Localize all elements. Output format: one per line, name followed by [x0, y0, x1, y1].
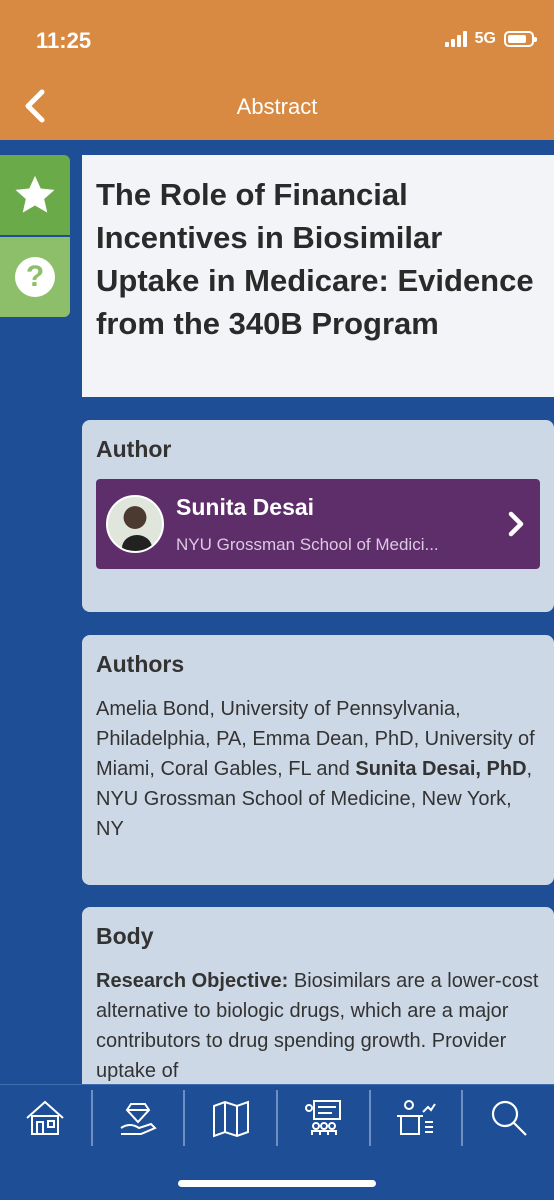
header-bar: 11:25 5G Abstract [0, 0, 554, 140]
tab-schedule[interactable] [278, 1090, 371, 1146]
status-indicators: 5G [444, 30, 537, 48]
battery-icon [504, 31, 537, 47]
authors-list: Amelia Bond, University of Pennsylvania,… [96, 694, 540, 844]
tab-search[interactable] [463, 1090, 554, 1146]
author-heading: Author [96, 436, 172, 462]
signal-icon [444, 31, 467, 47]
sponsor-icon [120, 1103, 157, 1135]
question-icon: ? [15, 257, 55, 297]
author-affiliation: NYU Grossman School of Medici... [176, 534, 439, 554]
tab-sessions[interactable] [371, 1090, 464, 1146]
article-title: The Role of Financial Incentives in Bios… [96, 177, 534, 341]
star-icon [15, 175, 55, 213]
network-label: 5G [474, 30, 496, 47]
avatar [106, 495, 164, 553]
body-card: Body Research Objective: Biosimilars are… [82, 907, 554, 1107]
title-card: The Role of Financial Incentives in Bios… [82, 155, 554, 397]
tab-sponsors[interactable] [93, 1090, 186, 1146]
objective-label: Research Objective: [96, 970, 289, 992]
author-info: Sunita Desai NYU Grossman School of Medi… [176, 494, 502, 555]
tab-home[interactable] [0, 1090, 93, 1146]
author-card: Author Sunita Desai NYU Grossman School … [82, 420, 554, 612]
chevron-right-icon [508, 511, 524, 537]
authors-text-bold: Sunita Desai, PhD [355, 758, 527, 780]
search-icon [491, 1100, 527, 1136]
body-heading: Body [96, 923, 154, 949]
authors-heading: Authors [96, 651, 185, 677]
help-button[interactable]: ? [0, 237, 70, 317]
home-indicator[interactable] [178, 1180, 376, 1187]
tab-map[interactable] [185, 1090, 279, 1146]
favorite-button[interactable] [0, 155, 70, 235]
bottom-tab-bar [0, 1084, 554, 1200]
map-icon [212, 1100, 249, 1138]
authors-card: Authors Amelia Bond, University of Penns… [82, 635, 554, 885]
home-icon [26, 1100, 64, 1135]
page-title: Abstract [236, 94, 318, 119]
author-name: Sunita Desai [176, 493, 315, 520]
status-time: 11:25 [36, 28, 92, 53]
schedule-icon [305, 1100, 342, 1135]
body-text: Research Objective: Biosimilars are a lo… [96, 966, 540, 1086]
presentation-icon [397, 1100, 436, 1135]
author-link[interactable]: Sunita Desai NYU Grossman School of Medi… [96, 479, 540, 569]
